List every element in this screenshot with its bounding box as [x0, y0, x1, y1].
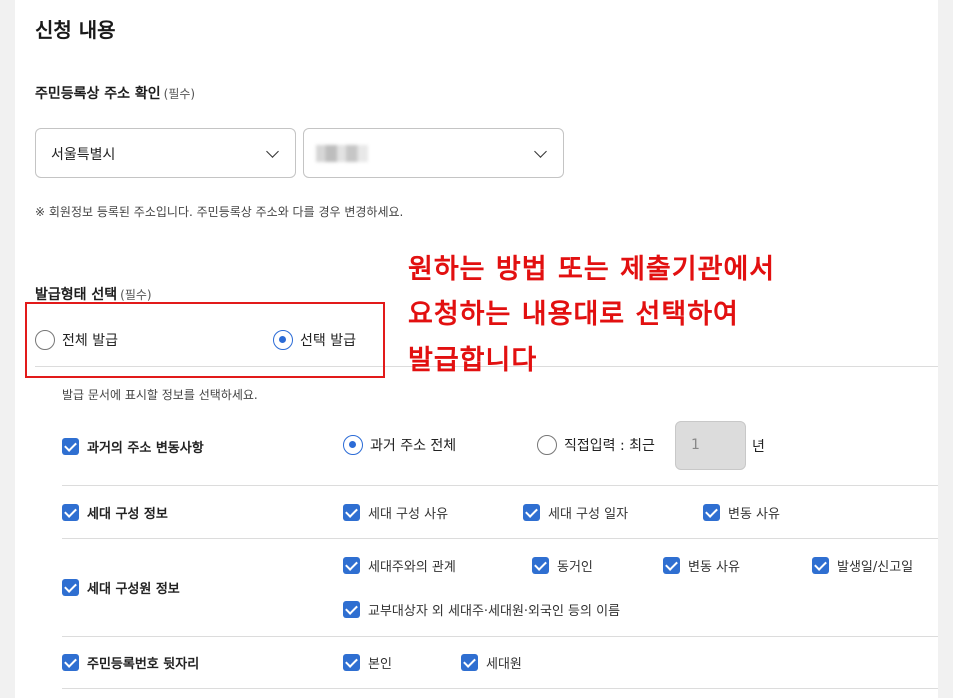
city-select-value: 서울특별시	[51, 147, 116, 163]
checkbox-checked-icon	[703, 504, 720, 521]
checkbox-checked-icon	[343, 601, 360, 618]
household-date-label: 세대 구성 일자	[548, 507, 629, 522]
names-label: 교부대상자 외 세대주·세대원·외국인 등의 이름	[368, 604, 621, 619]
cohabitant-checkbox[interactable]: 동거인	[532, 555, 593, 575]
household-member-label: 세대원	[486, 657, 522, 672]
checkbox-checked-icon	[343, 654, 360, 671]
checkbox-checked-icon	[62, 438, 79, 455]
household-reason-checkbox[interactable]: 세대 구성 사유	[343, 502, 448, 522]
resident-number-label: 주민등록번호 뒷자리	[87, 657, 200, 672]
annotation-line-3: 발급합니다	[408, 345, 538, 376]
checkbox-checked-icon	[663, 557, 680, 574]
self-label: 본인	[368, 657, 392, 672]
checkbox-checked-icon	[62, 654, 79, 671]
report-date-checkbox[interactable]: 발생일/신고일	[812, 555, 913, 575]
radio-direct-input-label: 직접입력 : 최근	[564, 437, 655, 454]
address-required: (필수)	[163, 87, 196, 101]
redacted-district-value	[316, 145, 368, 162]
relation-label: 세대주와의 관계	[368, 560, 456, 575]
address-label-text: 주민등록상 주소 확인	[35, 86, 161, 102]
member-change-reason-label: 변동 사유	[688, 560, 740, 575]
issue-type-label-text: 발급형태 선택	[35, 287, 118, 303]
names-checkbox[interactable]: 교부대상자 외 세대주·세대원·외국인 등의 이름	[343, 599, 620, 619]
district-select[interactable]	[303, 128, 564, 178]
radio-all-past-addresses[interactable]: 과거 주소 전체	[343, 434, 456, 455]
checkbox-checked-icon	[812, 557, 829, 574]
city-select[interactable]: 서울특별시	[35, 128, 296, 178]
issue-type-label: 발급형태 선택 (필수)	[35, 284, 152, 304]
divider	[62, 636, 938, 637]
address-history-label: 과거의 주소 변동사항	[87, 441, 204, 456]
address-note: ※ 회원정보 등록된 주소입니다. 주민등록상 주소와 다를 경우 변경하세요.	[35, 205, 404, 219]
annotation-line-2: 요청하는 내용대로 선택하여	[408, 299, 739, 330]
checkbox-checked-icon	[62, 504, 79, 521]
issue-type-hint: 발급 문서에 표시할 정보를 선택하세요.	[62, 388, 258, 402]
household-change-reason-label: 변동 사유	[728, 507, 780, 522]
household-info-checkbox[interactable]: 세대 구성 정보	[62, 502, 168, 522]
years-unit: 년	[752, 439, 765, 455]
household-change-reason-checkbox[interactable]: 변동 사유	[703, 502, 780, 522]
household-reason-label: 세대 구성 사유	[368, 507, 449, 522]
divider	[62, 485, 938, 486]
divider	[62, 688, 938, 689]
members-info-checkbox[interactable]: 세대 구성원 정보	[62, 577, 180, 597]
radio-circle-icon	[537, 434, 557, 455]
radio-selected-icon	[343, 434, 363, 455]
checkbox-checked-icon	[532, 557, 549, 574]
address-history-checkbox[interactable]: 과거의 주소 변동사항	[62, 436, 204, 456]
checkbox-checked-icon	[62, 579, 79, 596]
address-label: 주민등록상 주소 확인 (필수)	[35, 83, 195, 103]
section-title: 신청 내용	[35, 18, 116, 42]
checkbox-checked-icon	[343, 504, 360, 521]
household-date-checkbox[interactable]: 세대 구성 일자	[523, 502, 628, 522]
checkbox-checked-icon	[461, 654, 478, 671]
radio-direct-input[interactable]: 직접입력 : 최근	[537, 434, 655, 455]
cohabitant-label: 동거인	[557, 560, 593, 575]
years-input[interactable]: 1	[675, 421, 746, 470]
members-info-label: 세대 구성원 정보	[87, 582, 180, 597]
checkbox-checked-icon	[343, 557, 360, 574]
highlight-box	[25, 302, 385, 378]
self-checkbox[interactable]: 본인	[343, 652, 392, 672]
chevron-down-icon	[266, 145, 279, 158]
issue-type-required: (필수)	[120, 288, 152, 302]
report-date-label: 발생일/신고일	[837, 560, 914, 575]
years-input-value: 1	[691, 437, 700, 453]
annotation-line-1: 원하는 방법 또는 제출기관에서	[408, 254, 776, 285]
household-info-label: 세대 구성 정보	[87, 507, 168, 522]
divider	[62, 538, 938, 539]
member-change-reason-checkbox[interactable]: 변동 사유	[663, 555, 740, 575]
relation-checkbox[interactable]: 세대주와의 관계	[343, 555, 456, 575]
radio-all-past-addresses-label: 과거 주소 전체	[370, 437, 457, 454]
chevron-down-icon	[534, 145, 547, 158]
resident-number-checkbox[interactable]: 주민등록번호 뒷자리	[62, 652, 199, 672]
application-panel: 신청 내용 주민등록상 주소 확인 (필수) 서울특별시 ※ 회원정보 등록된 주…	[15, 0, 938, 698]
checkbox-checked-icon	[523, 504, 540, 521]
household-member-checkbox[interactable]: 세대원	[461, 652, 522, 672]
